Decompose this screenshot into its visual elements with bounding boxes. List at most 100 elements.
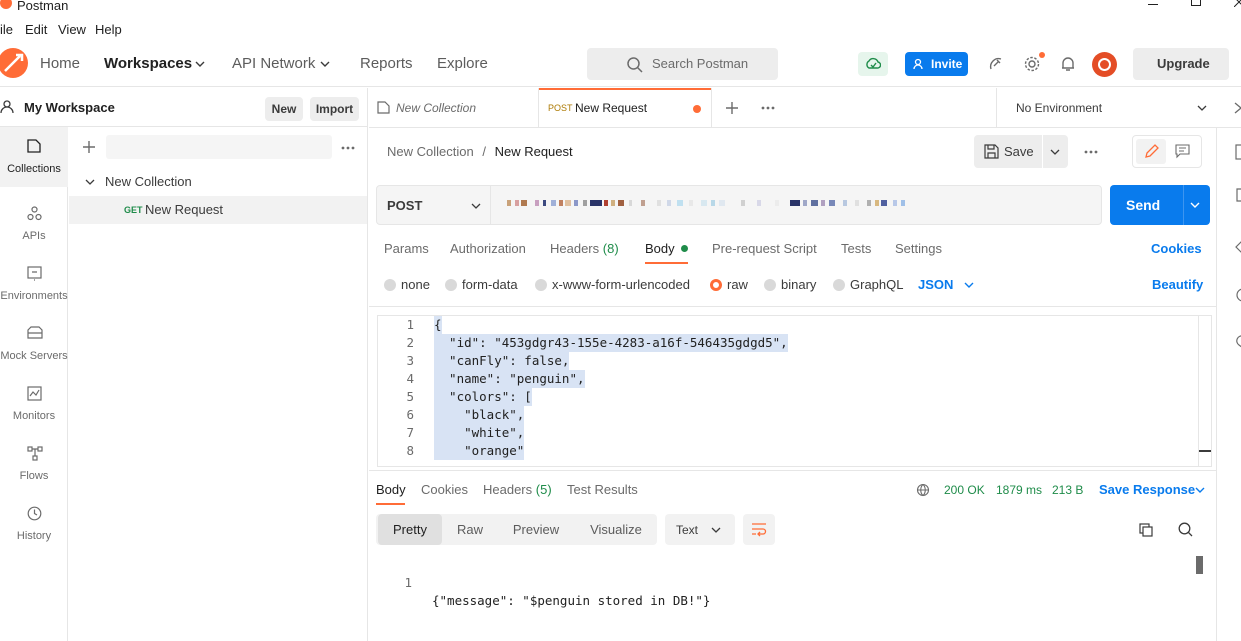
rail-mock-servers[interactable]: Mock Servers bbox=[0, 314, 68, 370]
tab-new-request[interactable]: POST New Request bbox=[539, 88, 712, 128]
copy-icon[interactable] bbox=[1139, 523, 1153, 537]
chevron-down-icon[interactable] bbox=[964, 282, 974, 288]
collection-item[interactable]: New Collection bbox=[69, 171, 367, 193]
globe-icon[interactable] bbox=[916, 483, 932, 497]
documentation-icon[interactable] bbox=[1235, 144, 1241, 160]
body-editor[interactable]: 1{ 2 "id": "453gdgr43-155e-4283-a16f-546… bbox=[377, 315, 1212, 467]
more-options-icon[interactable] bbox=[1084, 150, 1098, 154]
nav-api-network[interactable]: API Network bbox=[232, 55, 315, 72]
tab-pre-request-script[interactable]: Pre-request Script bbox=[712, 241, 817, 256]
resp-tab-body[interactable]: Body bbox=[376, 482, 406, 497]
tab-params[interactable]: Params bbox=[384, 241, 429, 256]
method-select[interactable]: POST bbox=[376, 185, 491, 225]
tab-headers[interactable]: Headers (8) bbox=[550, 241, 619, 256]
resp-tab-headers[interactable]: Headers (5) bbox=[483, 482, 552, 497]
close-icon[interactable] bbox=[1234, 0, 1241, 7]
response-time[interactable]: 1879 ms bbox=[996, 483, 1042, 497]
cookies-link[interactable]: Cookies bbox=[1151, 241, 1202, 256]
breadcrumb-current[interactable]: New Request bbox=[495, 144, 573, 159]
maximize-icon[interactable] bbox=[1191, 0, 1201, 6]
filter-input[interactable] bbox=[106, 135, 332, 159]
chevron-down-icon[interactable] bbox=[195, 61, 205, 67]
save-options-button[interactable] bbox=[1043, 135, 1068, 168]
tab-authorization[interactable]: Authorization bbox=[450, 241, 526, 256]
format-select[interactable]: JSON bbox=[918, 277, 953, 292]
beautify-link[interactable]: Beautify bbox=[1152, 277, 1203, 292]
nav-workspaces[interactable]: Workspaces bbox=[104, 55, 192, 72]
eye-icon[interactable] bbox=[1231, 101, 1241, 115]
rail-environments[interactable]: Environments bbox=[0, 254, 68, 310]
code-icon[interactable] bbox=[1235, 240, 1241, 254]
view-preview[interactable]: Preview bbox=[501, 514, 571, 545]
breadcrumb-parent[interactable]: New Collection bbox=[387, 144, 474, 159]
response-status[interactable]: 200 OK bbox=[944, 483, 985, 497]
save-response-button[interactable]: Save Response bbox=[1099, 482, 1195, 497]
rail-monitors[interactable]: Monitors bbox=[0, 374, 68, 430]
search-bar[interactable]: Search Postman bbox=[587, 48, 778, 80]
rail-flows[interactable]: Flows bbox=[0, 434, 68, 490]
save-button[interactable]: Save bbox=[974, 135, 1042, 168]
editor-scrollbar[interactable] bbox=[1198, 316, 1199, 466]
environment-select[interactable]: No Environment bbox=[996, 88, 1216, 128]
radio-binary[interactable]: binary bbox=[764, 277, 816, 292]
lightbulb-icon[interactable] bbox=[1235, 335, 1241, 349]
menu-file[interactable]: ile bbox=[0, 22, 13, 37]
rail-history[interactable]: History bbox=[0, 494, 68, 550]
response-type-select[interactable]: Text bbox=[665, 514, 735, 545]
import-button[interactable]: Import bbox=[310, 97, 359, 121]
upgrade-button[interactable]: Upgrade bbox=[1133, 48, 1229, 80]
chevron-down-icon[interactable] bbox=[85, 179, 95, 185]
url-input[interactable] bbox=[490, 185, 1102, 225]
request-item[interactable]: GET New Request bbox=[69, 196, 367, 224]
more-options-icon[interactable] bbox=[341, 146, 355, 150]
search-icon[interactable] bbox=[1178, 522, 1193, 537]
bell-icon[interactable] bbox=[1061, 56, 1075, 72]
comment-icon[interactable] bbox=[1175, 144, 1190, 159]
chevron-down-icon[interactable] bbox=[320, 61, 330, 67]
response-scrollbar[interactable] bbox=[1196, 556, 1203, 574]
tab-tests[interactable]: Tests bbox=[841, 241, 871, 256]
view-raw[interactable]: Raw bbox=[448, 514, 492, 545]
menu-help[interactable]: Help bbox=[95, 22, 122, 37]
chevron-down-icon[interactable] bbox=[1190, 202, 1200, 208]
avatar[interactable] bbox=[1092, 52, 1117, 77]
rail-collections[interactable]: Collections bbox=[0, 127, 68, 187]
tab-body[interactable]: Body bbox=[645, 241, 689, 256]
tab-settings[interactable]: Settings bbox=[895, 241, 942, 256]
chevron-down-icon[interactable] bbox=[1195, 487, 1205, 493]
more-tabs-icon[interactable] bbox=[761, 106, 775, 110]
nav-home[interactable]: Home bbox=[40, 55, 80, 72]
satellite-icon[interactable] bbox=[988, 56, 1004, 72]
response-divider[interactable] bbox=[369, 470, 1216, 471]
radio-graphql[interactable]: GraphQL bbox=[833, 277, 903, 292]
postman-logo-icon[interactable] bbox=[0, 46, 30, 80]
edit-mode-button[interactable] bbox=[1136, 139, 1166, 164]
resp-tab-test-results[interactable]: Test Results bbox=[567, 482, 638, 497]
tab-new-collection[interactable]: New Collection bbox=[369, 88, 539, 128]
invite-button[interactable]: Invite bbox=[905, 52, 968, 76]
rail-apis[interactable]: APIs bbox=[0, 194, 68, 250]
radio-form-data[interactable]: form-data bbox=[445, 277, 518, 292]
radio-none[interactable]: none bbox=[384, 277, 430, 292]
plus-icon[interactable] bbox=[725, 101, 739, 115]
plus-icon[interactable] bbox=[82, 140, 96, 154]
radio-raw[interactable]: raw bbox=[710, 277, 748, 292]
menu-edit[interactable]: Edit bbox=[25, 22, 47, 37]
comments-icon[interactable] bbox=[1235, 188, 1241, 202]
menu-view[interactable]: View bbox=[58, 22, 86, 37]
view-pretty[interactable]: Pretty bbox=[378, 514, 442, 545]
resp-tab-cookies[interactable]: Cookies bbox=[421, 482, 468, 497]
info-icon[interactable] bbox=[1235, 288, 1241, 302]
nav-reports[interactable]: Reports bbox=[360, 55, 413, 72]
view-visualize[interactable]: Visualize bbox=[580, 514, 652, 545]
nav-explore[interactable]: Explore bbox=[437, 55, 488, 72]
new-button[interactable]: New bbox=[265, 97, 303, 121]
resize-handle[interactable] bbox=[1199, 450, 1211, 452]
radio-urlencoded[interactable]: x-www-form-urlencoded bbox=[535, 277, 690, 292]
workspace-name[interactable]: My Workspace bbox=[24, 100, 115, 115]
sync-status-icon[interactable] bbox=[858, 52, 888, 76]
response-size[interactable]: 213 B bbox=[1052, 483, 1083, 497]
gear-icon[interactable] bbox=[1024, 55, 1041, 72]
send-button[interactable]: Send bbox=[1110, 185, 1210, 225]
wrap-lines-button[interactable] bbox=[743, 514, 775, 545]
